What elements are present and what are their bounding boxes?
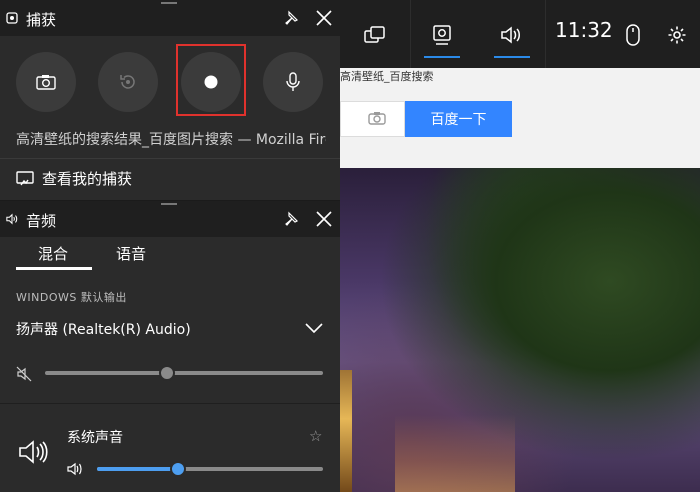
record-last-button[interactable] (98, 52, 158, 112)
mouse-icon[interactable] (618, 20, 648, 50)
system-volume-thumb[interactable] (170, 461, 187, 477)
browser-page-title: 高清壁纸_百度搜索 (340, 70, 434, 83)
chevron-down-icon[interactable] (305, 322, 323, 334)
screenshot-button[interactable] (16, 52, 76, 112)
record-last-icon (120, 75, 135, 89)
master-volume-track[interactable] (45, 371, 323, 375)
drag-handle[interactable] (161, 203, 177, 205)
divider (0, 403, 340, 404)
speaker-muted-icon[interactable] (16, 366, 32, 382)
capture-widget-icon[interactable] (427, 20, 457, 50)
speaker-header-icon (6, 213, 18, 225)
capture-panel: 捕获 高清壁纸的搜索结果_百度图片搜索 — Mozilla Firefox 查看… (0, 0, 340, 200)
default-output-label: WINDOWS 默认输出 (16, 291, 127, 304)
active-indicator (424, 56, 460, 58)
pin-icon[interactable] (283, 10, 299, 26)
divider (0, 158, 340, 159)
city-lights (395, 415, 515, 492)
see-my-captures-label: 查看我的捕获 (42, 170, 133, 188)
settings-icon[interactable] (662, 20, 692, 50)
separator (410, 0, 411, 68)
drag-handle[interactable] (161, 2, 177, 4)
volume-icon[interactable] (67, 462, 83, 476)
tab-mix[interactable]: 混合 (38, 243, 68, 264)
audio-title: 音频 (26, 212, 57, 230)
audio-panel: 音频 混合 语音 WINDOWS 默认输出 扬声器 (Realtek(R) Au… (0, 201, 340, 492)
system-sounds-speaker-icon (19, 440, 48, 464)
active-indicator (494, 56, 530, 58)
widget-menu-icon[interactable] (360, 20, 390, 50)
master-volume-thumb[interactable] (159, 365, 176, 381)
pin-icon[interactable] (283, 211, 299, 227)
captured-window-title: 高清壁纸的搜索结果_百度图片搜索 — Mozilla Firefox (16, 132, 326, 148)
capture-header[interactable]: 捕获 (0, 0, 340, 36)
favorite-star-icon[interactable]: ☆ (309, 427, 322, 445)
capture-header-icon (6, 12, 18, 24)
system-sounds-label: 系统声音 (67, 430, 123, 446)
separator (545, 0, 546, 68)
output-device-select[interactable]: 扬声器 (Realtek(R) Audio) (16, 319, 326, 341)
close-icon[interactable] (315, 9, 333, 27)
microphone-icon (286, 72, 300, 91)
gallery-icon (16, 170, 34, 185)
clock: 11:32 (555, 18, 613, 42)
camera-search-icon[interactable] (368, 111, 386, 125)
tab-voice[interactable]: 语音 (116, 243, 146, 264)
tower-lights (340, 370, 352, 492)
audio-widget-icon[interactable] (497, 20, 527, 50)
audio-tabs: 混合 语音 (0, 237, 340, 271)
record-button-highlight (176, 44, 246, 116)
baidu-search-button[interactable]: 百度一下 (405, 101, 512, 137)
camera-icon (36, 75, 56, 90)
audio-header[interactable]: 音频 (0, 201, 340, 237)
active-tab-underline (16, 267, 92, 270)
capture-title: 捕获 (26, 11, 57, 29)
microphone-button[interactable] (263, 52, 323, 112)
close-icon[interactable] (315, 210, 333, 228)
see-my-captures-link[interactable]: 查看我的捕获 (16, 168, 132, 189)
system-volume-fill (97, 467, 179, 471)
wallpaper-photo (340, 168, 700, 492)
